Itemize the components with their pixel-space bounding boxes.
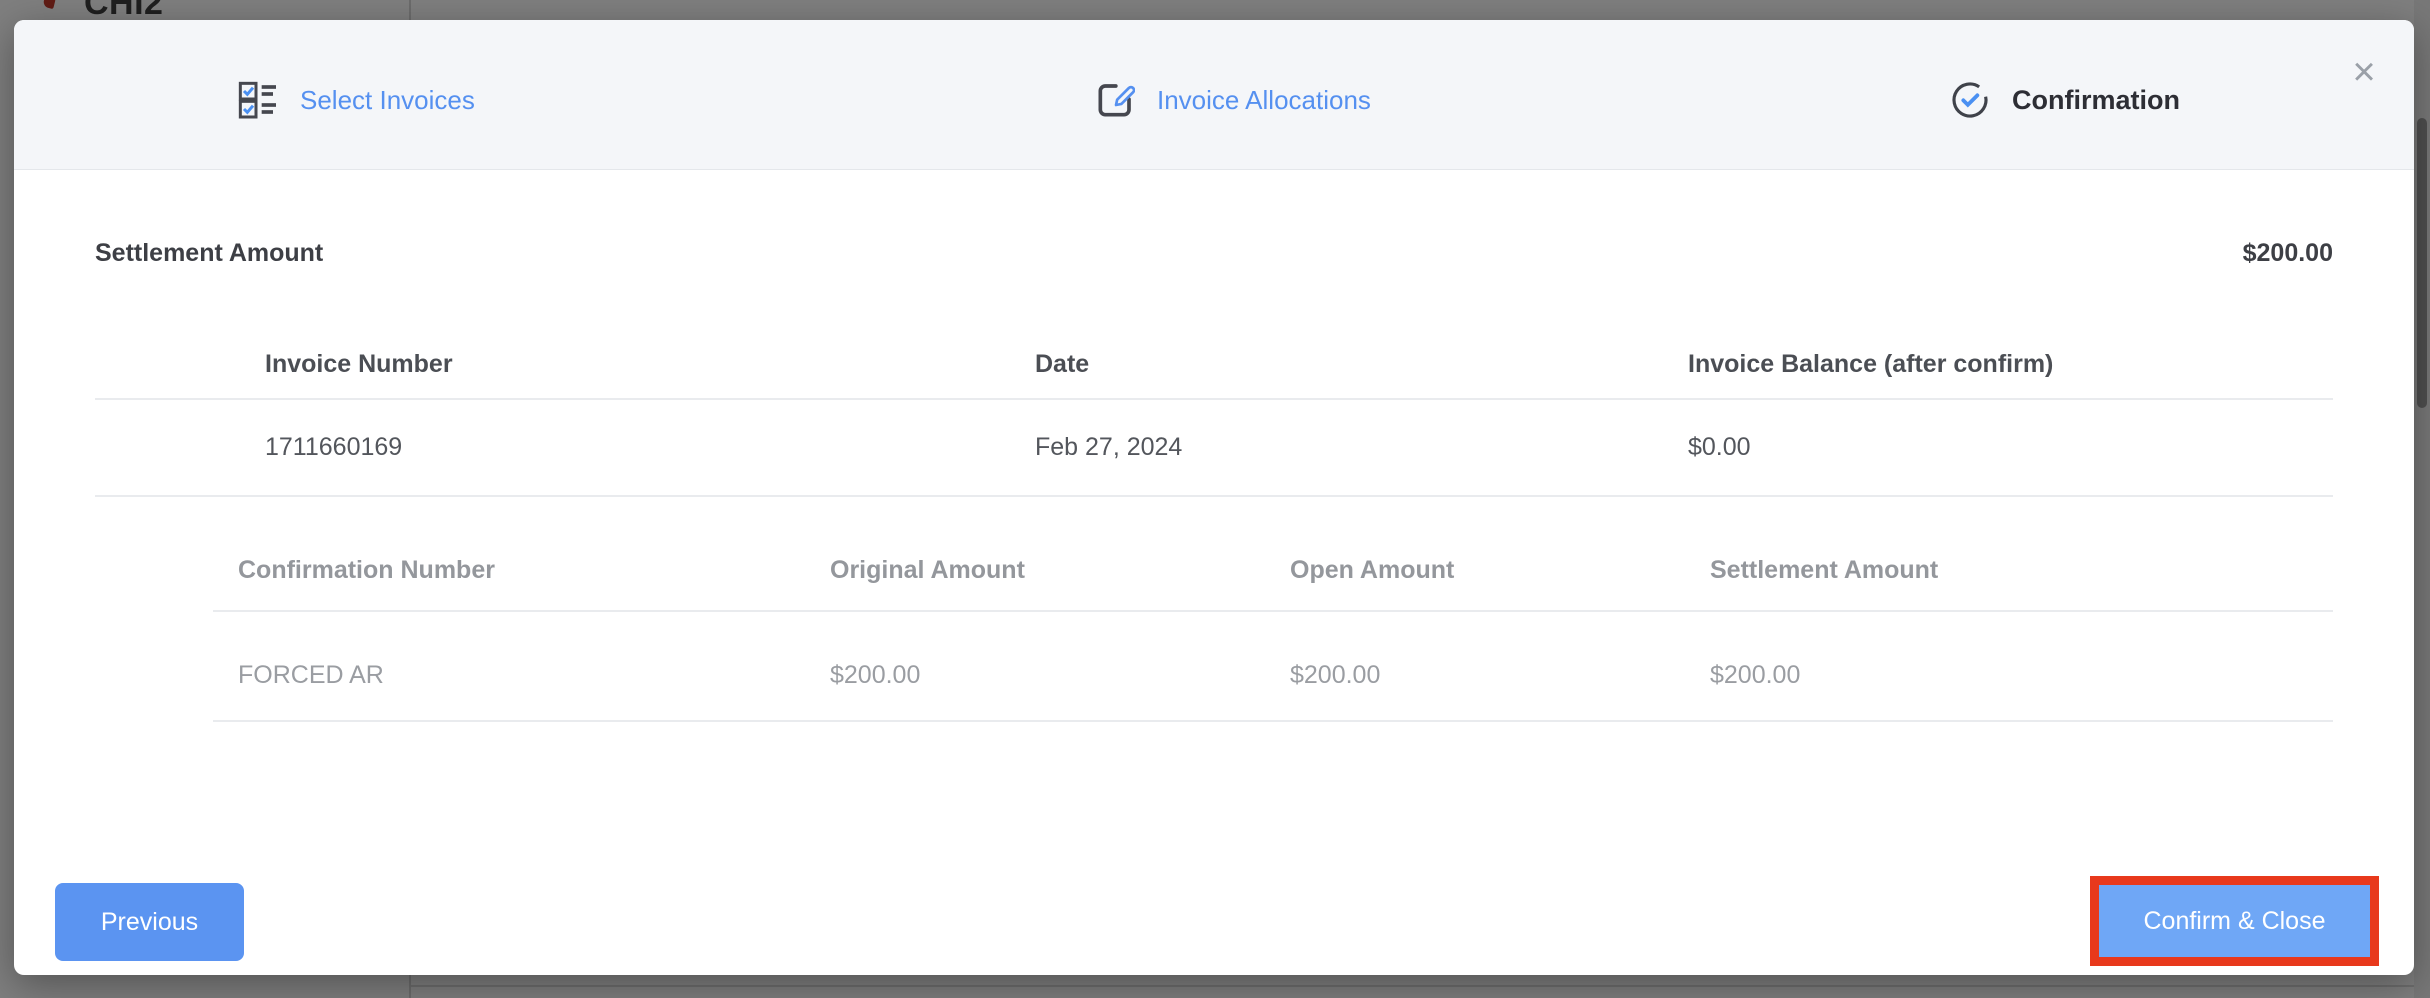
invoices-table: Invoice Number Date Invoice Balance (aft… <box>95 330 2333 497</box>
col-date: Date <box>1035 350 1688 379</box>
invoices-table-header: Invoice Number Date Invoice Balance (aft… <box>95 330 2333 400</box>
allocations-table-header: Confirmation Number Original Amount Open… <box>213 530 2333 612</box>
previous-button[interactable]: Previous <box>55 883 244 961</box>
col-open-amount: Open Amount <box>1290 556 1710 585</box>
settlement-summary: Settlement Amount $200.00 <box>95 236 2333 270</box>
step-invoice-allocations[interactable]: Invoice Allocations <box>1095 30 1371 170</box>
table-row: 1711660169 Feb 27, 2024 $0.00 <box>95 400 2333 497</box>
settlement-amount-cell-value: $200.00 <box>1710 643 2333 690</box>
step-label: Invoice Allocations <box>1157 85 1371 116</box>
col-original-amount: Original Amount <box>830 556 1290 585</box>
col-settlement-amount: Settlement Amount <box>1710 556 2333 585</box>
step-label: Confirmation <box>2012 85 2180 116</box>
original-amount-value: $200.00 <box>830 643 1290 690</box>
col-invoice-balance: Invoice Balance (after confirm) <box>1688 350 2333 379</box>
checklist-icon <box>238 80 278 120</box>
close-icon[interactable]: × <box>2342 50 2386 94</box>
table-row: FORCED AR $200.00 $200.00 $200.00 <box>213 612 2333 722</box>
step-select-invoices[interactable]: Select Invoices <box>238 30 475 170</box>
col-invoice-number: Invoice Number <box>95 350 1035 379</box>
wizard-step-header: Select Invoices Invoice Allocations Conf… <box>14 20 2414 170</box>
edit-icon <box>1095 80 1135 120</box>
settlement-amount-value: $200.00 <box>2243 239 2333 268</box>
step-confirmation[interactable]: Confirmation <box>1950 30 2180 170</box>
step-label: Select Invoices <box>300 85 475 116</box>
confirmation-number-value: FORCED AR <box>213 643 830 690</box>
confirm-and-close-button[interactable]: Confirm & Close <box>2099 885 2370 957</box>
col-confirmation-number: Confirmation Number <box>213 556 830 585</box>
settlement-amount-label: Settlement Amount <box>95 239 323 268</box>
settlement-confirmation-dialog: Select Invoices Invoice Allocations Conf… <box>14 20 2414 975</box>
allocations-table: Confirmation Number Original Amount Open… <box>213 530 2333 722</box>
annotation-highlight: Confirm & Close <box>2090 876 2379 966</box>
open-amount-value: $200.00 <box>1290 643 1710 690</box>
invoice-number-value: 1711660169 <box>95 433 1035 462</box>
check-circle-icon <box>1950 80 1990 120</box>
invoice-balance-value: $0.00 <box>1688 433 2333 462</box>
invoice-date-value: Feb 27, 2024 <box>1035 433 1688 462</box>
